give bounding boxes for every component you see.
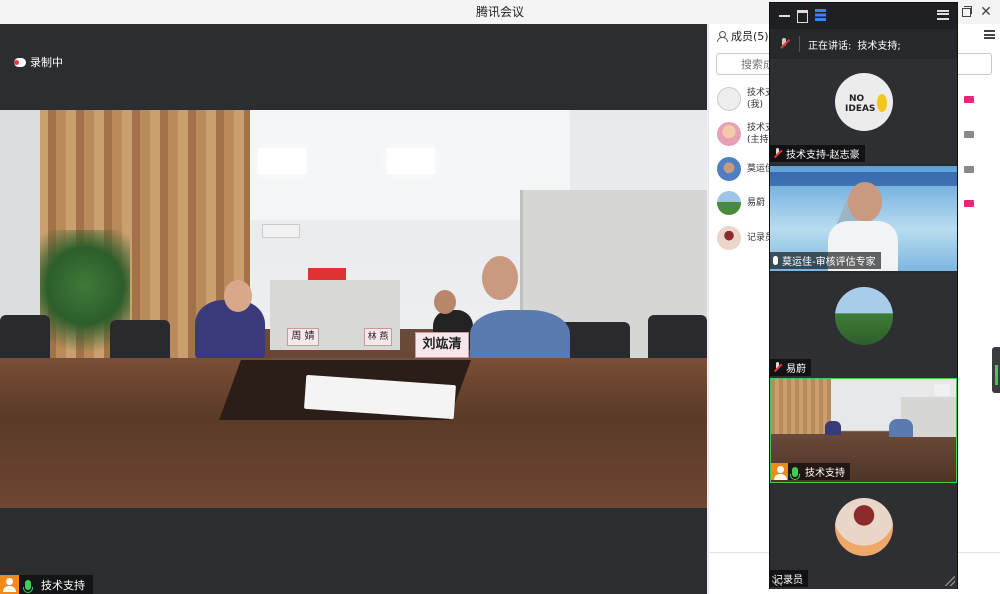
maximize-icon[interactable] [797, 10, 808, 23]
avatar [717, 157, 741, 181]
speaking-name: 技术支持; [857, 40, 901, 52]
person-head [848, 182, 882, 222]
main-video-area: 录制中 周 婧 林 燕 刘竑清 技术支持 [0, 24, 707, 594]
user-icon [0, 575, 19, 594]
cloud-record-icon [14, 57, 26, 67]
camera-icon[interactable] [964, 166, 974, 173]
person-head [434, 290, 456, 314]
mic-muted-icon [773, 148, 782, 159]
video-tile[interactable]: 易蔚 [770, 273, 957, 378]
user-icon [771, 463, 788, 480]
close-icon[interactable]: ✕ [978, 0, 994, 24]
member-row[interactable]: 记录员 [717, 223, 774, 253]
mic-muted-icon[interactable] [779, 38, 789, 50]
camera-off-icon[interactable] [964, 96, 974, 103]
tile-label: 技术支持-赵志豪 [770, 145, 865, 162]
side-volume-handle[interactable] [992, 347, 1000, 393]
member-row[interactable]: 易蔚 [717, 188, 765, 218]
resize-handle[interactable] [772, 576, 782, 586]
recording-indicator[interactable]: 录制中 [14, 54, 63, 70]
speaking-prefix: 正在讲话: [808, 40, 852, 52]
tile-name: 技术支持-赵志豪 [786, 150, 860, 161]
members-tab-label: 成员(5) [731, 30, 769, 43]
avatar [835, 287, 893, 345]
avatar [717, 122, 741, 146]
video-tile[interactable]: NO IDEAS 技术支持-赵志豪 [770, 59, 957, 164]
svg-text:IDEAS: IDEAS [845, 104, 875, 114]
tab-members[interactable]: 成员(5) [709, 28, 769, 44]
avatar: NO IDEAS [835, 73, 893, 131]
tile-name: 莫运佳-审核评估专家 [782, 257, 876, 268]
ceiling-light [258, 148, 306, 174]
tile-name: 易蔚 [786, 364, 806, 375]
svg-text:NO: NO [849, 94, 865, 104]
nameplate: 林 燕 [364, 328, 392, 346]
mic-muted-icon [773, 362, 782, 373]
tile-label: 莫运佳-审核评估专家 [770, 252, 881, 269]
video-tile[interactable]: 莫运佳-审核评估专家 [770, 166, 957, 271]
person-head [224, 280, 252, 312]
member-name: 易蔚 [747, 198, 766, 208]
speaking-bar: 正在讲话: 技术支持; [770, 29, 957, 59]
floating-gallery[interactable]: 正在讲话: 技术支持; NO IDEAS 技术支持-赵志豪 莫运佳-审核评估专家 [769, 2, 958, 589]
video-tile[interactable]: 记录员 [770, 484, 957, 589]
tile-name: 技术支持 [805, 468, 845, 479]
video-tile-active[interactable]: ··· 技术支持 [770, 378, 957, 483]
nameplate: 周 婧 [287, 328, 319, 346]
curtain [771, 379, 831, 434]
collapse-icon[interactable] [937, 10, 949, 20]
main-speaker-label: 技术支持 [0, 575, 93, 594]
window-title: 腾讯会议 [475, 5, 524, 19]
avatar [717, 87, 741, 111]
nameplate: 刘竑清 [415, 332, 469, 358]
gallery-list-icon[interactable] [815, 9, 826, 21]
person [825, 421, 841, 435]
main-speaker-name: 技术支持 [41, 578, 85, 592]
air-conditioner [262, 224, 300, 238]
camera-off-icon[interactable] [964, 200, 974, 207]
menu-icon[interactable] [984, 30, 995, 39]
person-head [482, 256, 518, 300]
mic-active-icon [23, 579, 33, 593]
avatar [717, 191, 741, 215]
no-ideas-logo: NO IDEAS [845, 94, 887, 114]
wall-sign [308, 268, 346, 280]
mic-icon [773, 256, 778, 265]
minimize-icon[interactable] [779, 15, 790, 17]
person [889, 419, 913, 437]
main-video-feed[interactable]: 周 婧 林 燕 刘竑清 [0, 110, 707, 508]
member-row[interactable]: 技术支 (我) [717, 84, 774, 114]
more-options-button[interactable]: ··· [934, 384, 950, 396]
recording-label: 录制中 [30, 56, 63, 69]
member-row[interactable]: 莫运佳 [717, 154, 774, 184]
resize-handle[interactable] [945, 576, 955, 586]
mic-active-icon [790, 466, 800, 480]
camera-icon[interactable] [964, 131, 974, 138]
tile-label: 技术支持 [771, 463, 850, 480]
tile-label: 易蔚 [770, 359, 811, 376]
gallery-toolbar [770, 3, 957, 29]
ceiling-light [387, 148, 435, 174]
avatar [835, 498, 893, 556]
avatar [717, 226, 741, 250]
restore-icon[interactable] [960, 0, 974, 24]
person-icon [717, 31, 728, 42]
member-row[interactable]: 技术支 (主持 [717, 119, 774, 149]
divider [799, 36, 800, 52]
